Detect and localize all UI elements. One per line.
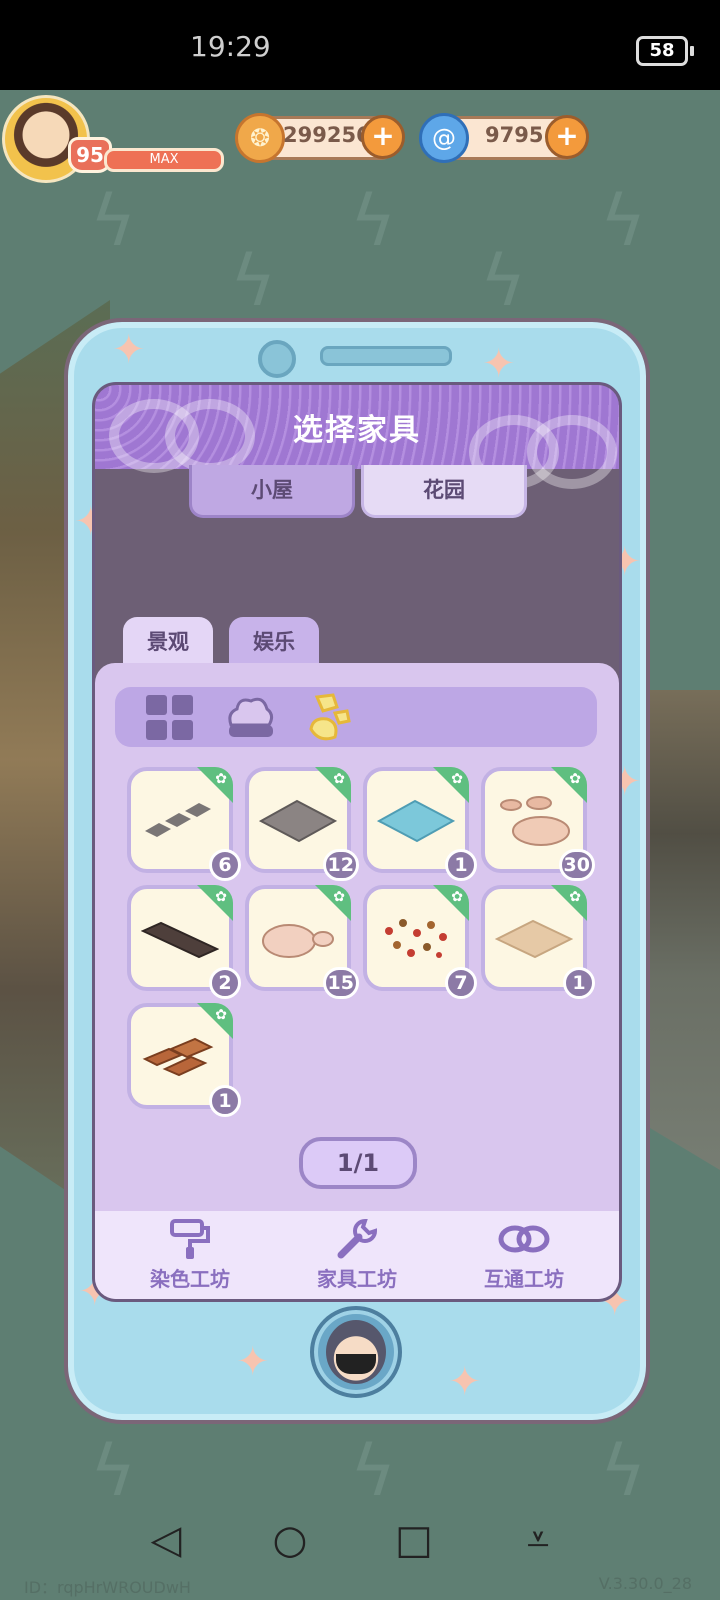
link-icon [449, 1217, 599, 1263]
item-count-badge: 1 [563, 967, 595, 999]
phone-frame: ✦ ✦ ✦ ✦ ✦ ✦ ✦ ✦ ✦ 选择家具 小屋 花园 景观 娱乐 [64, 318, 650, 1424]
furniture-item-beige-rocks[interactable]: ✿ 15 [245, 885, 359, 999]
item-count-badge: 2 [209, 967, 241, 999]
back-icon[interactable]: ◁ [136, 1510, 196, 1570]
beige-rocks-icon [262, 924, 334, 958]
interop-workshop-button[interactable]: 互通工坊 [449, 1217, 599, 1297]
add-gems-button[interactable]: + [545, 115, 589, 159]
wrench-icon [282, 1217, 432, 1263]
wood-boards-icon [142, 1037, 214, 1077]
house-scene-right [640, 690, 720, 1170]
dialog-title: 选择家具 [293, 413, 421, 448]
coin-icon: ❂ [235, 113, 285, 163]
lightning-icon: ϟ [230, 240, 277, 322]
lightning-icon: ϟ [350, 180, 397, 262]
lightning-icon: ϟ [90, 180, 137, 262]
page-indicator: 1/1 [299, 1137, 417, 1189]
character-face-icon [326, 1320, 386, 1384]
tab-entertainment[interactable]: 娱乐 [229, 617, 319, 669]
bush-icon[interactable] [225, 695, 275, 741]
sparkle-icon: ✦ [482, 341, 516, 387]
dye-workshop-label: 染色工坊 [150, 1267, 230, 1291]
tab-garden[interactable]: 花园 [361, 465, 527, 518]
furniture-item-gray-stone-tile[interactable]: ✿ 12 [245, 767, 359, 881]
home-character-button[interactable] [310, 1306, 402, 1398]
gear-icon: ✿ [333, 771, 345, 787]
lightning-icon: ϟ [480, 240, 527, 322]
sand-tile-icon [495, 919, 573, 959]
item-count-badge: 6 [209, 849, 241, 881]
fallen-leaves-icon [385, 919, 447, 958]
character-mask [336, 1354, 376, 1374]
gear-icon: ✿ [569, 771, 581, 787]
furniture-item-stepping-slabs[interactable]: ✿ 6 [127, 767, 241, 881]
interop-workshop-label: 互通工坊 [484, 1267, 564, 1291]
gear-icon: ✿ [569, 889, 581, 905]
dark-wood-plank-icon [141, 921, 219, 959]
gear-icon: ✿ [215, 889, 227, 905]
version-label: V.3.30.0_28 [598, 1574, 692, 1593]
item-count-badge: 1 [445, 849, 477, 881]
status-bar: 19:29 58 [0, 0, 720, 90]
recents-icon[interactable]: □ [384, 1510, 444, 1570]
dialog-header: 选择家具 [95, 385, 619, 489]
gear-icon: ✿ [451, 889, 463, 905]
item-count-badge: 15 [322, 967, 359, 999]
water-tile-icon [377, 799, 455, 843]
gray-stone-tile-icon [259, 799, 337, 843]
grid-icon[interactable] [145, 695, 195, 741]
item-count-badge: 1 [209, 1085, 241, 1117]
tab-landscape[interactable]: 景观 [123, 617, 213, 669]
speaker-slot [320, 346, 452, 366]
item-count-badge: 12 [322, 849, 359, 881]
sparkle-icon: ✦ [448, 1359, 482, 1405]
item-count-badge: 30 [558, 849, 595, 881]
furniture-panel: ✿ 6 ✿ 12 ✿ 1 ✿ 30 ✿ 2 ✿ 15 ✿ 7 ✿ 1 ✿ 1 1… [95, 663, 619, 1299]
tab-cabin[interactable]: 小屋 [189, 465, 355, 518]
stones-icon[interactable] [305, 693, 355, 741]
workshop-bar: 染色工坊 家具工坊 互通工坊 [95, 1211, 619, 1299]
lightning-icon: ϟ [600, 180, 647, 262]
gear-icon: ✿ [333, 889, 345, 905]
furniture-item-fallen-leaves[interactable]: ✿ 7 [363, 885, 477, 999]
paint-roller-icon [115, 1217, 265, 1263]
furniture-item-water-tile[interactable]: ✿ 1 [363, 767, 477, 881]
sparkle-icon: ✦ [112, 327, 146, 373]
add-coins-button[interactable]: + [361, 115, 405, 159]
stepping-slabs-icon [145, 803, 211, 837]
furniture-workshop-button[interactable]: 家具工坊 [282, 1217, 432, 1297]
battery-icon: 58 [636, 36, 694, 66]
gem-amount: 9795 [485, 123, 544, 147]
coin-currency: ❂ 2992566 + [235, 113, 405, 163]
gear-icon: ✿ [215, 1007, 227, 1023]
furniture-dialog: 选择家具 小屋 花园 景观 娱乐 ✿ 6 ✿ 12 ✿ 1 ✿ 30 ✿ 2 ✿… [92, 382, 622, 1302]
gear-icon: ✿ [451, 771, 463, 787]
player-id: ID：rqpHrWROUDwH [24, 1578, 191, 1597]
gear-icon: ✿ [215, 771, 227, 787]
experience-bar: MAX [104, 148, 224, 172]
status-clock: 19:29 [190, 30, 271, 63]
filter-bar [115, 687, 597, 747]
furniture-item-dark-wood-plank[interactable]: ✿ 2 [127, 885, 241, 999]
furniture-workshop-label: 家具工坊 [317, 1267, 397, 1291]
sparkle-icon: ✦ [236, 1339, 270, 1385]
swirl-gem-icon: @ [419, 113, 469, 163]
furniture-item-wood-boards[interactable]: ✿ 1 [127, 1003, 241, 1117]
gem-currency: @ 9795 + [419, 113, 589, 163]
pull-down-icon[interactable]: ⩡ [508, 1510, 568, 1570]
camera-icon [258, 340, 296, 378]
furniture-item-pebble-path[interactable]: ✿ 30 [481, 767, 595, 881]
home-circle-icon[interactable]: ○ [260, 1510, 320, 1570]
furniture-item-sand-tile[interactable]: ✿ 1 [481, 885, 595, 999]
pebble-path-icon [500, 796, 570, 846]
dye-workshop-button[interactable]: 染色工坊 [115, 1217, 265, 1297]
item-count-badge: 7 [445, 967, 477, 999]
